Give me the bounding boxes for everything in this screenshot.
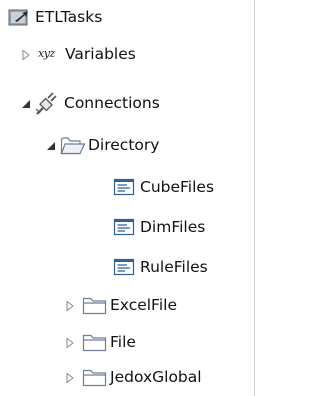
tree-node-label: ExcelFile: [110, 296, 177, 314]
etl-tasks-icon: [8, 9, 28, 26]
tree-node-label: RuleFiles: [140, 258, 208, 276]
tree-node-label: DimFiles: [140, 218, 206, 236]
tree-node-label: CubeFiles: [140, 178, 215, 196]
folder-icon: [82, 334, 107, 352]
collapse-arrow-icon[interactable]: [45, 140, 57, 152]
expand-arrow-icon[interactable]: [64, 300, 76, 312]
connections-plug-icon: [35, 92, 57, 115]
tree-node-label: JedoxGlobal: [110, 368, 202, 386]
expand-arrow-icon[interactable]: [64, 372, 76, 384]
folder-open-icon: [60, 137, 86, 155]
file-connection-icon: [113, 178, 135, 196]
folder-icon: [82, 369, 107, 387]
expand-arrow-icon[interactable]: [20, 49, 32, 61]
folder-icon: [82, 297, 107, 315]
expand-arrow-icon[interactable]: [64, 337, 76, 349]
etl-tree-view: ETLTasks xyz Variables Connections Direc…: [0, 0, 255, 396]
tree-node-label: Connections: [64, 94, 160, 112]
variables-xyz-icon: xyz: [38, 47, 55, 60]
tree-node-label: File: [110, 333, 136, 351]
file-connection-icon: [113, 258, 135, 276]
file-connection-icon: [113, 218, 135, 236]
tree-node-label: ETLTasks: [35, 8, 103, 26]
tree-node-label: Directory: [88, 136, 160, 154]
tree-node-label: Variables: [65, 45, 136, 63]
collapse-arrow-icon[interactable]: [20, 98, 32, 110]
